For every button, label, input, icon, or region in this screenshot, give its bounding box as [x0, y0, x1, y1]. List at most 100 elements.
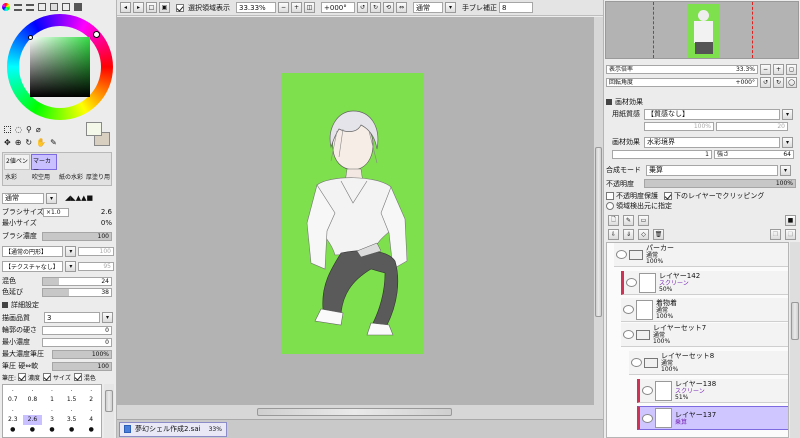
effect-dropdown-icon[interactable]: ▾ [782, 136, 793, 148]
layer-item-parka[interactable]: パーカー 通常 100% [614, 243, 788, 267]
layer-copy-button[interactable]: ❐ [770, 228, 781, 240]
clipping-checkbox[interactable] [664, 192, 672, 200]
layer-opacity-slider[interactable]: 100% [644, 179, 796, 188]
detail-header[interactable]: 詳細設定 [2, 300, 39, 310]
visibility-eye-icon[interactable] [642, 413, 653, 423]
magic-wand-icon[interactable]: ⚲ [26, 125, 32, 134]
brush-size-cell[interactable]: . [3, 405, 23, 415]
visibility-eye-icon[interactable] [631, 358, 642, 367]
stretch-slider[interactable]: 38 [42, 287, 112, 297]
pressure-density-checkbox[interactable] [18, 373, 27, 381]
nav-rotate-reset-button[interactable]: ◯ [786, 76, 797, 88]
invert-select-button[interactable]: ▣ [159, 2, 170, 13]
redo-button[interactable]: ▸ [133, 2, 144, 13]
canvas[interactable] [281, 73, 424, 354]
saturation-value-square[interactable] [30, 37, 90, 97]
nav-zoom-slider[interactable]: 33.3% 表示倍率 [606, 64, 758, 74]
navigator-preview[interactable] [605, 1, 799, 59]
shape-select[interactable]: 【通常の円形】 [2, 245, 64, 257]
nav-zoom-reset-button[interactable]: ◻ [786, 63, 797, 75]
brush-size-cell[interactable]: 1 [42, 395, 62, 405]
zoom-fit-button[interactable]: ◫ [304, 2, 315, 13]
brush-size-cell[interactable]: ● [42, 425, 62, 435]
rect-select-icon[interactable] [4, 125, 11, 133]
edge-slider[interactable]: 0 [42, 325, 112, 335]
layer-paste-button[interactable]: ❏ [785, 228, 796, 240]
material-collapse-icon[interactable] [606, 99, 612, 105]
shape-slider[interactable]: 100 [78, 246, 114, 256]
size-value[interactable]: 2.6 [101, 208, 112, 216]
select-display-checkbox[interactable] [176, 3, 184, 12]
quality-select[interactable]: 3 [44, 312, 100, 323]
hand-icon[interactable]: ✋ [36, 138, 46, 147]
texture-dropdown-icon[interactable]: ▾ [65, 260, 77, 272]
pressure-hard-slider[interactable]: 100 [52, 361, 112, 371]
clear-layer-button[interactable]: ◇ [638, 228, 649, 240]
layer-item-set8[interactable]: レイヤーセット8 通常 100% [629, 351, 788, 375]
move-icon[interactable]: ✥ [4, 138, 11, 147]
flip-button[interactable]: ⇔ [396, 2, 407, 13]
brush-blend-dropdown-icon[interactable]: ▾ [46, 192, 57, 204]
transfer-down-button[interactable]: ⇩ [608, 228, 619, 240]
undo-button[interactable]: ◂ [120, 2, 131, 13]
layer-list-scrollbar[interactable] [790, 242, 800, 438]
palette-tab-icon[interactable] [38, 3, 46, 11]
zoom-in-button[interactable]: + [291, 2, 302, 13]
canvas-workspace[interactable] [117, 17, 594, 405]
rotate-left-button[interactable]: ↺ [357, 2, 368, 13]
merge-down-button[interactable]: ⇓ [623, 228, 634, 240]
layer-blend-dropdown-icon[interactable]: ▾ [780, 164, 791, 176]
layer-item-set7[interactable]: レイヤーセット7 通常 100% [621, 323, 788, 347]
brush-size-cell[interactable]: ● [23, 425, 43, 435]
hue-marker-icon[interactable] [93, 31, 100, 38]
color-wheel[interactable] [7, 14, 113, 120]
rotate-right-button[interactable]: ↻ [370, 2, 381, 13]
source-radio[interactable] [606, 202, 614, 210]
pressure-blend-checkbox[interactable] [73, 373, 82, 381]
visibility-eye-icon[interactable] [623, 305, 634, 314]
rotation-field[interactable]: +000° [321, 2, 355, 13]
min-size-value[interactable]: 0% [101, 219, 112, 227]
new-folder-button[interactable]: ▭ [638, 214, 649, 226]
rotate-tool-icon[interactable]: ↻ [25, 138, 32, 147]
tool-airbrush[interactable]: 吹空用 [31, 171, 57, 185]
layer-item-142[interactable]: レイヤー142 スクリーン 50% [621, 271, 788, 295]
size-grid-scrollbar[interactable] [104, 384, 114, 438]
density-slider[interactable]: 100 [42, 231, 112, 241]
document-tab[interactable]: 夢幻シェル作成2.sai 33% [119, 421, 227, 437]
tool-watercolor[interactable]: 水彩 [4, 171, 30, 185]
visibility-eye-icon[interactable] [623, 330, 634, 339]
sv-marker-icon[interactable] [28, 35, 33, 40]
new-linework-button[interactable]: ✎ [623, 214, 634, 226]
scratch-tab-icon[interactable] [62, 3, 70, 11]
color-wheel-tab-icon[interactable] [2, 3, 10, 11]
brush-size-cell[interactable]: 3.5 [62, 415, 82, 425]
brush-size-cell[interactable]: . [23, 405, 43, 415]
visibility-eye-icon[interactable] [626, 278, 637, 287]
deselect-button[interactable]: □ [146, 2, 157, 13]
texture-slider[interactable]: 95 [78, 261, 114, 271]
brush-size-cell[interactable]: . [81, 405, 101, 415]
tool-binary-pen[interactable]: 2値ペン [4, 154, 30, 170]
brush-size-cell[interactable]: 2.6 [22, 415, 43, 425]
brush-size-cell[interactable]: 4 [81, 415, 101, 425]
quality-dropdown-icon[interactable]: ▾ [102, 312, 113, 323]
brush-size-cell[interactable]: ● [3, 425, 23, 435]
layer-item-137[interactable]: レイヤー137 乗算 [637, 406, 788, 430]
brush-size-cell[interactable]: ● [62, 425, 82, 435]
eyedropper-icon[interactable]: ⌀ [36, 125, 41, 134]
brush-size-cell[interactable]: . [42, 405, 62, 415]
color-menu-icon[interactable] [74, 3, 82, 11]
tool-paper-watercolor[interactable]: 紙の水彩 [58, 171, 84, 185]
blend-slider[interactable]: 24 [42, 276, 112, 286]
preserve-opacity-checkbox[interactable] [606, 192, 614, 200]
rgb-slider-tab-icon[interactable] [14, 3, 22, 11]
nav-zoom-out-button[interactable]: − [760, 63, 771, 75]
zoom-tool-icon[interactable]: ⊕ [15, 138, 22, 147]
brush-size-cell[interactable]: 2.3 [3, 415, 23, 425]
nav-rotate-slider[interactable]: +000° 回転角度 [606, 77, 758, 87]
nav-zoom-in-button[interactable]: + [773, 63, 784, 75]
pressure-size-checkbox[interactable] [43, 373, 52, 381]
effect-strength-slider[interactable]: 強さ 64 [714, 149, 794, 159]
canvas-vertical-scrollbar[interactable] [594, 17, 603, 405]
